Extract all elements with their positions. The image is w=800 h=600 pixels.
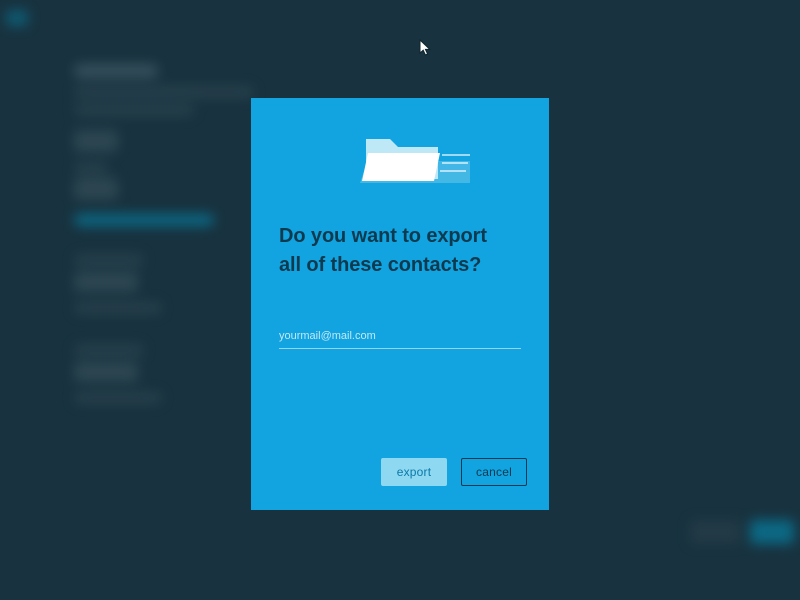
cancel-button[interactable]: cancel	[461, 458, 527, 486]
export-contacts-dialog: Do you want to export all of these conta…	[251, 98, 549, 510]
dialog-title: Do you want to export all of these conta…	[251, 218, 549, 280]
export-button[interactable]: export	[381, 458, 447, 486]
email-input[interactable]	[279, 324, 521, 349]
modal-overlay: Do you want to export all of these conta…	[0, 0, 800, 600]
dialog-title-line1: Do you want to export	[279, 225, 487, 247]
dialog-title-line2: all of these contacts?	[279, 254, 481, 276]
folder-export-icon	[251, 98, 549, 218]
dialog-actions: export cancel	[381, 458, 527, 486]
